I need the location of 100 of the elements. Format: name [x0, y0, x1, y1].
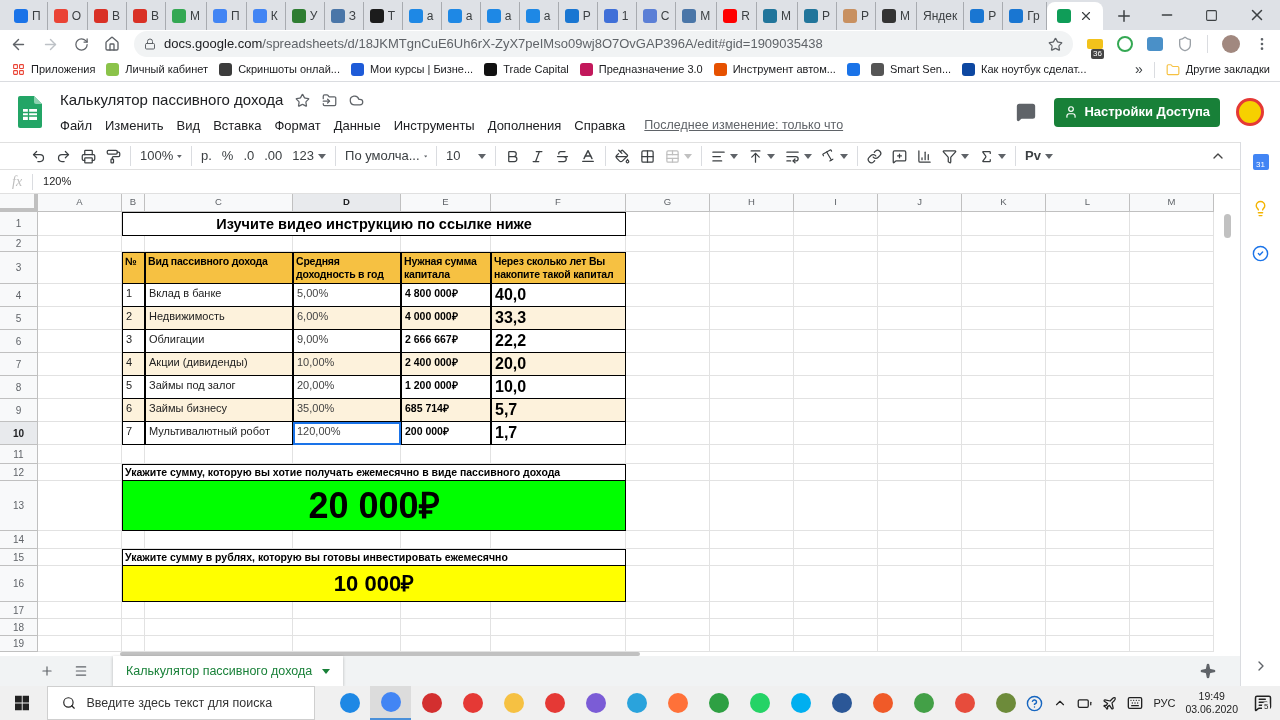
row-header[interactable]: 14 [0, 531, 38, 549]
reload-icon[interactable] [74, 36, 89, 52]
menu-item[interactable]: Файл [60, 115, 92, 135]
number-format-dropdown[interactable]: 123 [287, 144, 332, 168]
currency-button[interactable]: р. [196, 144, 217, 168]
star-icon[interactable] [295, 92, 311, 108]
all-sheets-icon[interactable] [74, 664, 88, 678]
column-header[interactable]: I [794, 194, 878, 212]
app-icon[interactable] [995, 693, 1016, 713]
row-header[interactable]: 7 [0, 353, 38, 376]
column-header[interactable]: E [401, 194, 491, 212]
row-header[interactable]: 15 [0, 549, 38, 566]
table-cell[interactable]: 33,3 [491, 307, 626, 330]
bookmark[interactable]: Предназначение 3.0 [579, 61, 703, 78]
bookmark[interactable]: Как ноутбук сделат... [962, 61, 1087, 78]
table-cell[interactable]: Займы бизнесу [145, 399, 293, 422]
table-cell[interactable]: 2 666 667₽ [401, 330, 491, 353]
column-header[interactable]: M [1130, 194, 1214, 212]
bookmark-star-icon[interactable] [1048, 36, 1063, 52]
bookmark[interactable]: Trade Capital [484, 61, 569, 78]
app-icon[interactable] [831, 693, 852, 713]
row-header[interactable]: 10 [0, 422, 38, 445]
vertical-scrollbar[interactable] [1223, 214, 1231, 238]
table-cell[interactable]: 685 714₽ [401, 399, 491, 422]
help-icon[interactable] [1026, 694, 1044, 712]
column-title[interactable]: Средняя доходность в год [293, 252, 401, 284]
extension-icon[interactable] [1087, 39, 1103, 49]
bookmark-folder[interactable]: Другие закладки [1165, 61, 1270, 78]
table-cell[interactable]: Мультивалютный робот [145, 422, 293, 445]
table-cell[interactable]: 120,00% [293, 422, 401, 445]
clock-date[interactable]: 03.06.2020 [1185, 703, 1238, 716]
row-header[interactable]: 17 [0, 602, 38, 619]
shield-icon[interactable] [1177, 36, 1193, 52]
column-header[interactable]: J [878, 194, 962, 212]
row-header[interactable]: 18 [0, 619, 38, 636]
home-icon[interactable] [104, 36, 120, 52]
row-header[interactable]: 16 [0, 566, 38, 602]
cloud-icon[interactable] [349, 92, 365, 108]
app-icon[interactable] [339, 693, 360, 713]
app-icon[interactable] [585, 693, 606, 713]
column-header[interactable]: F [491, 194, 626, 212]
menu-item[interactable]: Формат [274, 115, 321, 135]
table-cell[interactable]: Вклад в банке [145, 284, 293, 307]
column-header[interactable]: C [145, 194, 293, 212]
table-cell[interactable]: Займы под залог [145, 376, 293, 399]
explore-icon[interactable] [1200, 663, 1216, 679]
app-icon[interactable] [544, 693, 565, 713]
maximize-icon[interactable] [1205, 8, 1218, 22]
menu-item[interactable]: Дополнения [487, 115, 562, 135]
account-avatar[interactable] [1236, 98, 1264, 126]
table-cell[interactable]: 20,0 [491, 353, 626, 376]
row-header[interactable]: 8 [0, 376, 38, 399]
row-header[interactable]: 1 [0, 212, 38, 236]
row-header[interactable]: 4 [0, 284, 38, 307]
sheets-logo[interactable] [18, 96, 42, 128]
add-sheet-icon[interactable] [40, 664, 54, 678]
airplane-icon[interactable] [1102, 695, 1118, 711]
column-title[interactable]: Вид пассивного дохода [145, 252, 293, 284]
app-icon[interactable] [872, 693, 893, 713]
row-header[interactable]: 19 [0, 636, 38, 652]
last-edit-link[interactable]: Последнее изменение: только что [644, 115, 844, 135]
bookmark[interactable]: Инструмент автом... [713, 61, 836, 78]
bookmark[interactable]: Приложения [12, 61, 96, 78]
invest-label[interactable]: Укажите сумму в рублях, которую вы готовы инвестировать ежемесячно [122, 549, 626, 566]
app-icon[interactable] [954, 693, 975, 713]
table-cell[interactable]: 10,00% [293, 353, 401, 376]
table-cell[interactable]: 6,00% [293, 307, 401, 330]
column-header[interactable]: L [1046, 194, 1130, 212]
more-bookmarks-button[interactable]: » [1134, 59, 1143, 80]
table-cell[interactable]: 3 [122, 330, 145, 353]
column-title[interactable]: Нужная сумма капитала [401, 252, 491, 284]
clock-time[interactable]: 19:49 [1198, 690, 1225, 703]
table-cell[interactable]: 22,2 [491, 330, 626, 353]
table-cell[interactable]: 2 [122, 307, 145, 330]
document-title[interactable]: Калькулятор пассивного дохода [60, 89, 284, 112]
table-cell[interactable]: Облигации [145, 330, 293, 353]
bookmark[interactable]: Личный кабинет [106, 61, 209, 78]
menu-item[interactable]: Инструменты [393, 115, 475, 135]
addon-button[interactable]: Рv [1020, 144, 1058, 168]
table-cell[interactable]: 9,00% [293, 330, 401, 353]
column-header[interactable]: B [122, 194, 145, 212]
invest-amount[interactable]: 10 000₽ [122, 566, 626, 602]
table-cell[interactable]: 1 200 000₽ [401, 376, 491, 399]
select-all-corner[interactable] [0, 194, 38, 212]
row-header[interactable]: 13 [0, 481, 38, 531]
app-icon[interactable] [462, 693, 483, 713]
table-cell[interactable]: 5,00% [293, 284, 401, 307]
table-cell[interactable]: 7 [122, 422, 145, 445]
table-cell[interactable]: 35,00% [293, 399, 401, 422]
column-header[interactable]: H [710, 194, 794, 212]
table-cell[interactable]: Акции (дивиденды) [145, 353, 293, 376]
move-folder-icon[interactable] [322, 92, 338, 108]
increase-decimals-button[interactable]: .00 [259, 144, 288, 168]
comment-icon[interactable] [1016, 102, 1037, 122]
row-header[interactable]: 11 [0, 445, 38, 464]
language-indicator[interactable]: РУС [1153, 694, 1176, 712]
table-cell[interactable]: 5,7 [491, 399, 626, 422]
column-header[interactable]: D [293, 194, 401, 212]
menu-item[interactable]: Справка [574, 115, 626, 135]
menu-item[interactable]: Изменить [104, 115, 164, 135]
